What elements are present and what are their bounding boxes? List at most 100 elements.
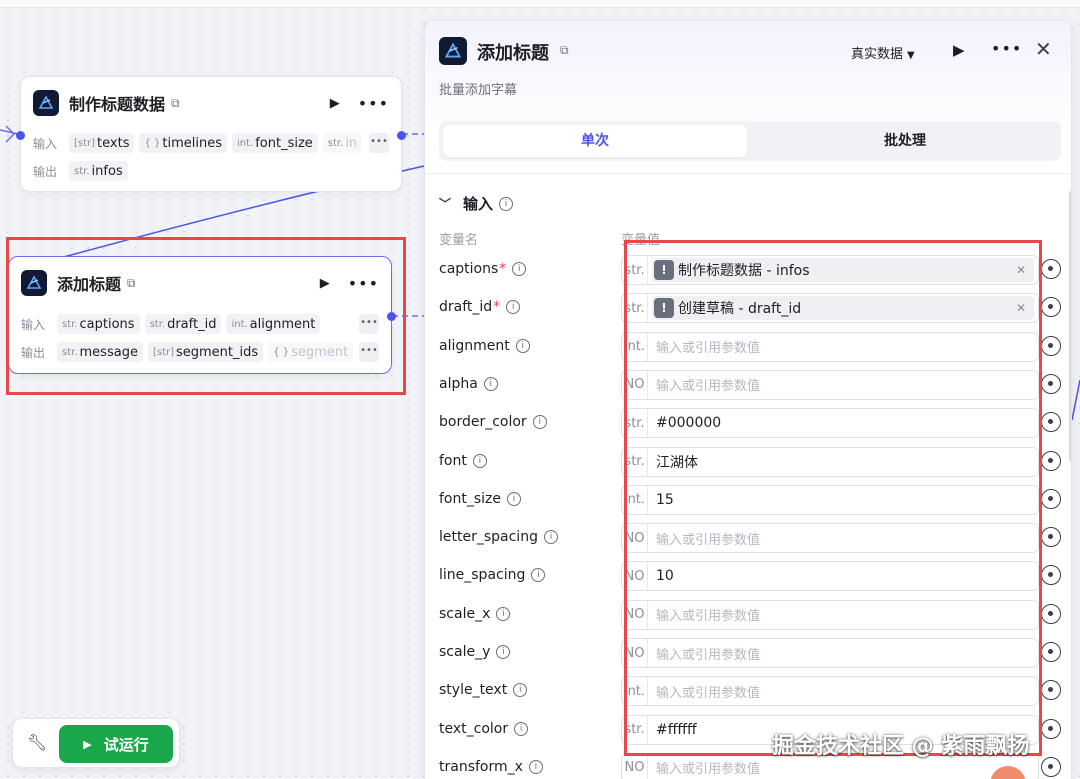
input-section-toggle[interactable]: ﹀ 输入 i: [439, 193, 514, 214]
field-label: alignment i: [439, 338, 530, 354]
field-label: scale_x i: [439, 606, 511, 622]
reference-variable-icon[interactable]: [1041, 718, 1061, 739]
reference-variable-icon[interactable]: [1041, 527, 1061, 548]
reference-variable-icon[interactable]: [1041, 488, 1061, 509]
plugin-logo-icon: [439, 37, 467, 65]
field-row-scale-y: scale_y i NO 输入或引用参数值: [425, 638, 1071, 668]
field-input[interactable]: int. 输入或引用参数值: [621, 676, 1039, 707]
tab-batch[interactable]: 批处理: [753, 125, 1057, 157]
test-run-label: 试运行: [103, 735, 149, 754]
field-input[interactable]: NO 输入或引用参数值: [621, 599, 1039, 630]
reference-variable-icon[interactable]: [1041, 297, 1061, 318]
field-label: line_spacing i: [439, 567, 546, 583]
field-row-border-color: border_color i str. #000000: [425, 408, 1071, 439]
copy-icon[interactable]: ⧉: [560, 43, 569, 58]
field-label: letter_spacing i: [439, 529, 558, 545]
info-icon: i: [507, 491, 522, 506]
info-icon: i: [515, 338, 530, 353]
data-mode-dropdown[interactable]: 真实数据 ▼: [851, 43, 915, 62]
reference-variable-icon[interactable]: [1041, 259, 1061, 279]
field-value: 输入或引用参数值: [656, 341, 761, 357]
input-label: 输入: [33, 136, 58, 151]
reference-variable-icon[interactable]: [1041, 412, 1061, 433]
field-value: 江湖体: [656, 454, 698, 471]
field-input[interactable]: NO 输入或引用参数值: [621, 638, 1039, 668]
input-tag: str. draft_id: [144, 314, 222, 334]
field-label: captions * i: [439, 261, 527, 277]
field-value: 输入或引用参数值: [656, 685, 761, 701]
panel-run-icon[interactable]: ▶: [953, 41, 965, 59]
copy-icon[interactable]: ⧉: [127, 276, 136, 291]
expand-inputs-button[interactable]: •••: [369, 133, 389, 153]
field-value: 10: [656, 568, 674, 585]
node-output-row: 输出 str. message [str] segment_ids { } segme…: [21, 341, 379, 363]
field-input[interactable]: str. #000000: [621, 408, 1039, 439]
reference-variable-icon[interactable]: [1041, 565, 1061, 586]
node-more-icon[interactable]: •••: [358, 94, 389, 113]
panel-scrollbar[interactable]: [1069, 191, 1071, 461]
test-run-button[interactable]: ▶ 试运行: [59, 725, 173, 763]
output-tag: str. infos: [69, 161, 128, 181]
field-input[interactable]: str.! 创建草稿 - draft_id ✕: [621, 293, 1039, 324]
expand-outputs-button[interactable]: •••: [359, 342, 379, 362]
info-icon: i: [496, 645, 511, 659]
field-input[interactable]: str. 江湖体: [621, 446, 1039, 477]
output-port[interactable]: [387, 312, 396, 321]
type-badge: int.: [622, 485, 648, 514]
node-input-row: 输入 str. captions str. draft_id int. alignme…: [21, 313, 379, 335]
field-input[interactable]: NO 输入或引用参数值: [621, 523, 1039, 554]
node-run-icon[interactable]: ▶: [330, 96, 340, 111]
field-value: 输入或引用参数值: [656, 647, 761, 663]
type-badge: int.: [622, 677, 648, 706]
copy-icon[interactable]: ⧉: [171, 96, 180, 111]
node-more-icon[interactable]: •••: [348, 274, 379, 293]
node-header: 制作标题数据 ⧉ ▶ •••: [33, 89, 389, 117]
field-row-style-text: style_text i int. 输入或引用参数值: [425, 676, 1071, 707]
field-input[interactable]: int. 输入或引用参数值: [621, 331, 1039, 362]
panel-more-icon[interactable]: •••: [991, 39, 1022, 58]
output-port[interactable]: [397, 131, 406, 140]
divider: [425, 173, 1071, 174]
field-input[interactable]: int. 15: [621, 484, 1039, 515]
field-row-scale-x: scale_x i NO 输入或引用参数值: [425, 599, 1071, 630]
output-tag: { } segment: [268, 342, 354, 362]
node-header: 添加标题 ⧉ ▶ •••: [21, 269, 379, 297]
info-icon: i: [483, 376, 498, 391]
wrench-icon[interactable]: 🔧︎: [27, 733, 47, 752]
clear-icon[interactable]: ✕: [1016, 263, 1026, 277]
field-label: alpha i: [439, 376, 498, 392]
field-input[interactable]: str.! 制作标题数据 - infos ✕: [621, 255, 1039, 285]
type-badge: int.: [622, 332, 648, 361]
reference-variable-icon[interactable]: [1041, 450, 1061, 471]
field-input[interactable]: NO 输入或引用参数值: [621, 369, 1039, 400]
reference-variable-icon[interactable]: [1041, 756, 1061, 777]
expand-inputs-button[interactable]: •••: [359, 314, 379, 334]
tab-single[interactable]: 单次: [443, 125, 747, 157]
reference-chip[interactable]: ! 创建草稿 - draft_id ✕: [652, 296, 1034, 321]
clear-icon[interactable]: ✕: [1016, 301, 1026, 315]
info-icon: i: [543, 530, 558, 545]
info-icon: i: [513, 683, 528, 698]
mode-tabs: 单次 批处理: [439, 121, 1061, 161]
reference-variable-icon[interactable]: [1041, 335, 1061, 356]
input-port[interactable]: [16, 131, 25, 140]
close-icon[interactable]: ✕: [1035, 37, 1052, 61]
output-tag: str. message: [57, 342, 143, 362]
info-icon: i: [528, 759, 543, 774]
info-icon: i: [499, 196, 514, 211]
reference-chip[interactable]: ! 制作标题数据 - infos ✕: [652, 258, 1034, 282]
type-badge: NO: [622, 524, 648, 553]
required-mark: *: [499, 261, 507, 277]
node-make-title-data[interactable]: 制作标题数据 ⧉ ▶ ••• 输入 [str] texts { } timeline…: [16, 76, 406, 192]
reference-variable-icon[interactable]: [1041, 373, 1061, 394]
node-input-row: 输入 [str] texts { } timelines int. font_size…: [33, 132, 389, 154]
warning-icon: !: [654, 260, 674, 280]
reference-variable-icon[interactable]: [1041, 603, 1061, 624]
node-add-title[interactable]: 添加标题 ⧉ ▶ ••• 输入 str. captions str. draft_i…: [8, 256, 396, 374]
reference-variable-icon[interactable]: [1041, 680, 1061, 701]
field-label: scale_y i: [439, 644, 511, 660]
node-run-icon[interactable]: ▶: [320, 276, 330, 291]
reference-variable-icon[interactable]: [1041, 642, 1061, 662]
field-input[interactable]: NO 10: [621, 561, 1039, 592]
output-label: 输出: [33, 164, 58, 179]
